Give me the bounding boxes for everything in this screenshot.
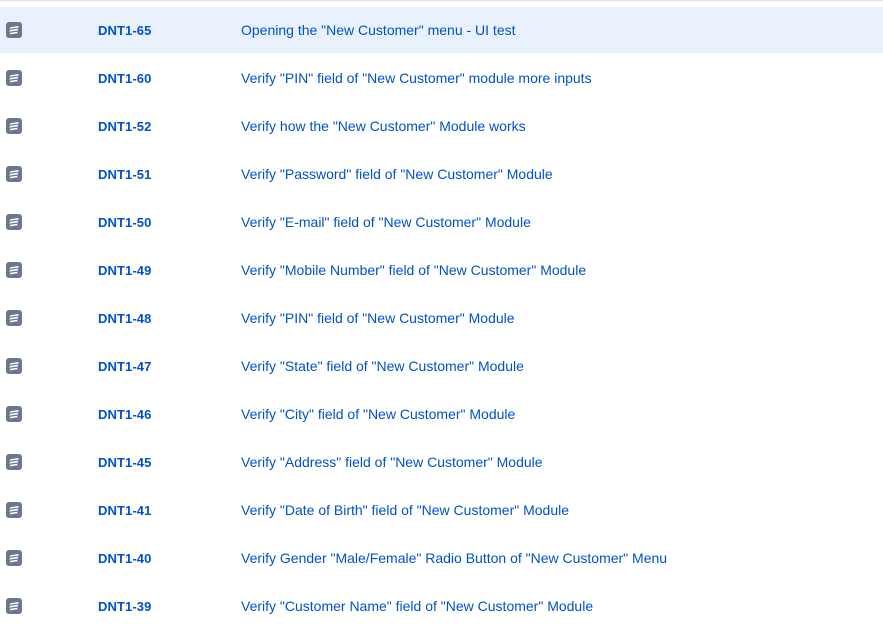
issue-summary-link[interactable]: Verify "Password" field of "New Customer… bbox=[241, 166, 553, 182]
test-issue-icon bbox=[6, 214, 22, 230]
issue-row[interactable]: DNT1-65 Opening the "New Customer" menu … bbox=[0, 7, 883, 53]
issue-key-link[interactable]: DNT1-46 bbox=[98, 407, 151, 422]
issue-summary-link[interactable]: Opening the "New Customer" menu - UI tes… bbox=[241, 22, 516, 38]
issue-row[interactable]: DNT1-41 Verify "Date of Birth" field of … bbox=[0, 487, 883, 533]
test-issue-icon bbox=[6, 70, 22, 86]
issue-row[interactable]: DNT1-40 Verify Gender "Male/Female" Radi… bbox=[0, 535, 883, 581]
issue-key-link[interactable]: DNT1-65 bbox=[98, 23, 151, 38]
test-issue-icon bbox=[6, 262, 22, 278]
issue-summary-link[interactable]: Verify "PIN" field of "New Customer" mod… bbox=[241, 70, 592, 86]
issue-key-link[interactable]: DNT1-48 bbox=[98, 311, 151, 326]
test-issue-icon bbox=[6, 598, 22, 614]
issue-key-link[interactable]: DNT1-60 bbox=[98, 71, 151, 86]
issue-key-link[interactable]: DNT1-51 bbox=[98, 167, 151, 182]
test-issue-icon bbox=[6, 166, 22, 182]
issue-list: DNT1-65 Opening the "New Customer" menu … bbox=[0, 0, 883, 627]
test-issue-icon bbox=[6, 550, 22, 566]
issue-row[interactable]: DNT1-50 Verify "E-mail" field of "New Cu… bbox=[0, 199, 883, 245]
issue-summary-link[interactable]: Verify "E-mail" field of "New Customer" … bbox=[241, 214, 531, 230]
issue-summary-link[interactable]: Verify how the "New Customer" Module wor… bbox=[241, 118, 526, 134]
test-issue-icon bbox=[6, 358, 22, 374]
issue-summary-link[interactable]: Verify "Customer Name" field of "New Cus… bbox=[241, 598, 593, 614]
issue-key-link[interactable]: DNT1-50 bbox=[98, 215, 151, 230]
issue-summary-link[interactable]: Verify "Mobile Number" field of "New Cus… bbox=[241, 262, 586, 278]
issue-summary-link[interactable]: Verify "Address" field of "New Customer"… bbox=[241, 454, 543, 470]
issue-row[interactable]: DNT1-52 Verify how the "New Customer" Mo… bbox=[0, 103, 883, 149]
issue-key-link[interactable]: DNT1-47 bbox=[98, 359, 151, 374]
issue-row[interactable]: DNT1-47 Verify "State" field of "New Cus… bbox=[0, 343, 883, 389]
issue-row[interactable]: DNT1-49 Verify "Mobile Number" field of … bbox=[0, 247, 883, 293]
issue-row[interactable]: DNT1-39 Verify "Customer Name" field of … bbox=[0, 583, 883, 627]
issue-row[interactable]: DNT1-46 Verify "City" field of "New Cust… bbox=[0, 391, 883, 437]
issue-key-link[interactable]: DNT1-39 bbox=[98, 599, 151, 614]
issue-row[interactable]: DNT1-51 Verify "Password" field of "New … bbox=[0, 151, 883, 197]
test-issue-icon bbox=[6, 310, 22, 326]
issue-row[interactable]: DNT1-48 Verify "PIN" field of "New Custo… bbox=[0, 295, 883, 341]
issue-summary-link[interactable]: Verify "State" field of "New Customer" M… bbox=[241, 358, 524, 374]
issue-key-link[interactable]: DNT1-52 bbox=[98, 119, 151, 134]
issue-row[interactable]: DNT1-60 Verify "PIN" field of "New Custo… bbox=[0, 55, 883, 101]
test-issue-icon bbox=[6, 406, 22, 422]
issue-key-link[interactable]: DNT1-41 bbox=[98, 503, 151, 518]
test-issue-icon bbox=[6, 118, 22, 134]
issue-key-link[interactable]: DNT1-49 bbox=[98, 263, 151, 278]
issue-summary-link[interactable]: Verify "Date of Birth" field of "New Cus… bbox=[241, 502, 569, 518]
issue-summary-link[interactable]: Verify Gender "Male/Female" Radio Button… bbox=[241, 550, 667, 566]
issue-row[interactable]: DNT1-45 Verify "Address" field of "New C… bbox=[0, 439, 883, 485]
issue-summary-link[interactable]: Verify "City" field of "New Customer" Mo… bbox=[241, 406, 515, 422]
test-issue-icon bbox=[6, 22, 22, 38]
issue-key-link[interactable]: DNT1-45 bbox=[98, 455, 151, 470]
test-issue-icon bbox=[6, 502, 22, 518]
test-issue-icon bbox=[6, 454, 22, 470]
issue-key-link[interactable]: DNT1-40 bbox=[98, 551, 151, 566]
issue-summary-link[interactable]: Verify "PIN" field of "New Customer" Mod… bbox=[241, 310, 515, 326]
